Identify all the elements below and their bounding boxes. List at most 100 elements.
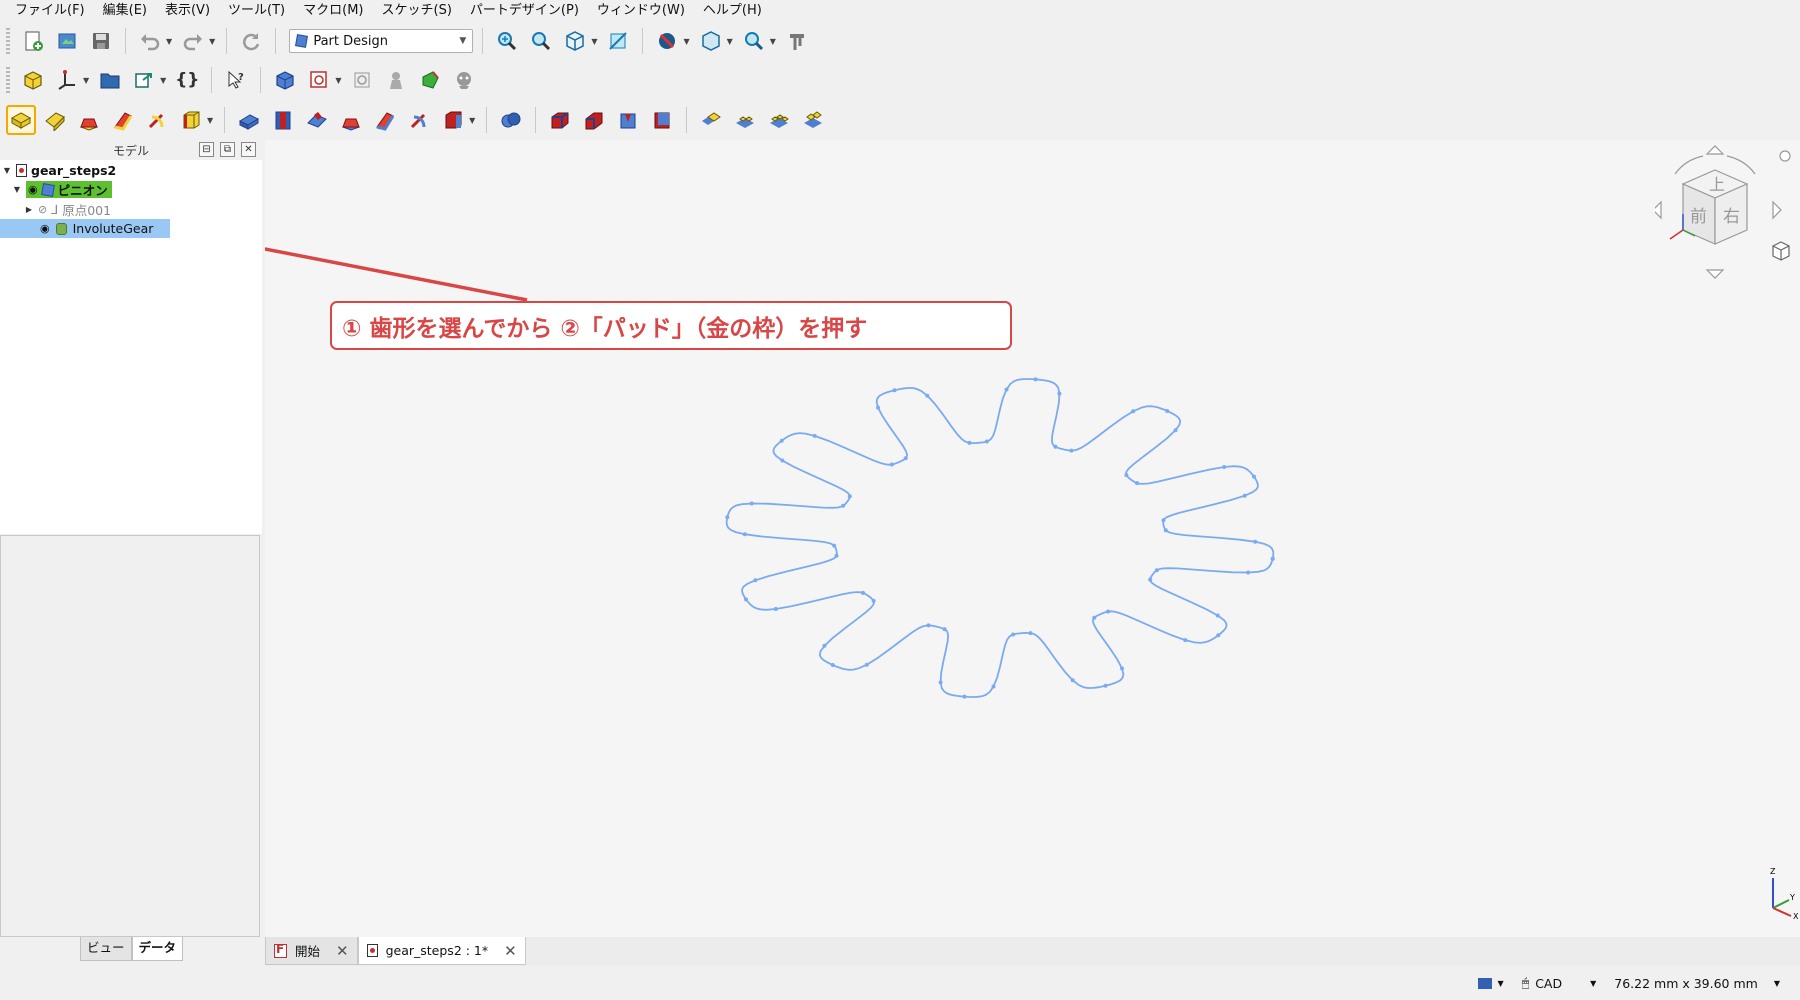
boolean-button[interactable] xyxy=(496,105,526,135)
pad-button[interactable] xyxy=(6,105,36,135)
new-document-button[interactable] xyxy=(18,26,48,56)
axis-z-label: Z xyxy=(1770,867,1776,876)
revolution-button[interactable] xyxy=(40,105,70,135)
eye-hidden-icon[interactable]: ⊘ xyxy=(38,203,47,216)
measure-button[interactable] xyxy=(603,26,633,56)
tree-item-body[interactable]: ▼ ◉ ピニオン xyxy=(12,180,112,199)
workbench-selector[interactable]: Part Design ▼ xyxy=(289,29,474,53)
bounding-box-button[interactable] xyxy=(696,26,726,56)
hole-button[interactable] xyxy=(268,105,298,135)
subtractive-primitive-button[interactable] xyxy=(438,105,468,135)
close-icon[interactable]: ✕ xyxy=(336,942,349,960)
tree-item-origin[interactable]: ▶ ⊘ ⅃ 原点001 xyxy=(24,200,111,219)
validate-sketch-button[interactable] xyxy=(347,65,377,95)
link-dropdown-icon[interactable]: ▼ xyxy=(160,76,166,85)
create-group-button[interactable] xyxy=(95,65,125,95)
redo-button[interactable] xyxy=(178,26,208,56)
tab-data[interactable]: データ xyxy=(131,937,184,961)
zoom-button[interactable] xyxy=(739,26,769,56)
shape-binder-button[interactable] xyxy=(381,65,411,95)
menu-part-design[interactable]: パートデザイン(P) xyxy=(461,0,588,22)
menu-macro[interactable]: マクロ(M) xyxy=(294,0,372,22)
additive-pipe-button[interactable] xyxy=(108,105,138,135)
expand-arrow-icon[interactable]: ▼ xyxy=(2,166,12,175)
3d-view[interactable]: ① 歯形を選んでから ②「パッド」（金の枠）を押す 上 前 右 Z Y X xyxy=(265,140,1800,937)
menu-edit[interactable]: 編集(E) xyxy=(94,0,156,22)
navcube-right-label[interactable]: 右 xyxy=(1723,207,1740,227)
groove-button[interactable] xyxy=(302,105,332,135)
subtractive-helix-button[interactable] xyxy=(404,105,434,135)
menu-help[interactable]: ヘルプ(H) xyxy=(694,0,771,22)
tab-start[interactable]: 開始 ✕ xyxy=(265,937,358,965)
toolbar-grip[interactable] xyxy=(6,67,10,93)
navigation-style-selector[interactable]: 🖱 CAD ▼ xyxy=(1522,975,1597,991)
linear-pattern-button[interactable] xyxy=(730,105,760,135)
clone-button[interactable] xyxy=(449,65,479,95)
link-button[interactable] xyxy=(129,65,159,95)
draw-style-button[interactable] xyxy=(652,26,682,56)
eye-icon[interactable]: ◉ xyxy=(28,183,38,196)
menu-sketch[interactable]: スケッチ(S) xyxy=(373,0,461,22)
fillet-button[interactable] xyxy=(545,105,575,135)
standard-views-button[interactable] xyxy=(560,26,590,56)
expand-arrow-icon[interactable]: ▼ xyxy=(12,185,22,194)
draw-style-dropdown-icon[interactable]: ▼ xyxy=(683,37,689,46)
subtractive-primitive-dropdown-icon[interactable]: ▼ xyxy=(469,116,475,125)
standard-views-dropdown-icon[interactable]: ▼ xyxy=(591,37,597,46)
close-icon[interactable]: ✕ xyxy=(504,942,517,960)
float-panel-icon[interactable]: ⧉ xyxy=(220,142,235,157)
eye-icon[interactable]: ◉ xyxy=(40,222,50,235)
fit-selection-button[interactable] xyxy=(526,26,556,56)
menu-view[interactable]: 表示(V) xyxy=(156,0,219,22)
draw-style-indicator[interactable]: ▼ xyxy=(1477,977,1504,989)
datum-dropdown-icon[interactable]: ▼ xyxy=(83,76,89,85)
subtractive-loft-button[interactable] xyxy=(336,105,366,135)
open-document-button[interactable] xyxy=(52,26,82,56)
tree-item-involute-gear[interactable]: ◉ InvoluteGear xyxy=(0,219,170,238)
additive-helix-button[interactable] xyxy=(142,105,172,135)
create-datum-button[interactable] xyxy=(52,65,82,95)
create-body-button[interactable] xyxy=(270,65,300,95)
menu-window[interactable]: ウィンドウ(W) xyxy=(588,0,694,22)
create-part-button[interactable] xyxy=(18,65,48,95)
tree-item-document[interactable]: ▼ gear_steps2 xyxy=(2,161,116,180)
undo-button[interactable] xyxy=(135,26,165,56)
chevron-down-icon: ▼ xyxy=(1773,978,1780,988)
tab-gear-steps2[interactable]: gear_steps2 : 1* ✕ xyxy=(357,937,526,965)
chamfer-button[interactable] xyxy=(579,105,609,135)
multi-transform-button[interactable] xyxy=(798,105,828,135)
create-sketch-button[interactable] xyxy=(304,65,334,95)
whats-this-button[interactable]: ? xyxy=(221,65,251,95)
thickness-button[interactable] xyxy=(647,105,677,135)
zoom-dropdown-icon[interactable]: ▼ xyxy=(770,37,776,46)
menu-file[interactable]: ファイル(F) xyxy=(6,0,94,22)
draft-button[interactable] xyxy=(613,105,643,135)
undo-dropdown-icon[interactable]: ▼ xyxy=(166,37,172,46)
dimension-readout[interactable]: 76.22 mm x 39.60 mm ▼ xyxy=(1614,976,1780,991)
pocket-button[interactable] xyxy=(234,105,264,135)
sketch-dropdown-icon[interactable]: ▼ xyxy=(335,76,341,85)
additive-primitive-dropdown-icon[interactable]: ▼ xyxy=(207,116,213,125)
navcube-top-label[interactable]: 上 xyxy=(1709,175,1725,194)
subtractive-pipe-button[interactable] xyxy=(370,105,400,135)
menu-tools[interactable]: ツール(T) xyxy=(219,0,294,22)
redo-dropdown-icon[interactable]: ▼ xyxy=(209,37,215,46)
variable-set-button[interactable]: {} xyxy=(172,65,202,95)
toolbar-grip[interactable] xyxy=(6,28,10,54)
fit-all-button[interactable] xyxy=(492,26,522,56)
close-panel-icon[interactable]: ✕ xyxy=(241,142,256,157)
refresh-button[interactable] xyxy=(236,26,266,56)
bounding-box-dropdown-icon[interactable]: ▼ xyxy=(727,37,733,46)
expand-arrow-icon[interactable]: ▶ xyxy=(24,205,34,214)
navigation-cube[interactable]: 上 前 右 xyxy=(1655,144,1795,279)
measure-tool-button[interactable] xyxy=(782,26,812,56)
mirrored-button[interactable] xyxy=(696,105,726,135)
tab-view[interactable]: ビュー xyxy=(80,937,132,961)
additive-primitive-button[interactable] xyxy=(176,105,206,135)
sub-shape-binder-button[interactable] xyxy=(415,65,445,95)
additive-loft-button[interactable] xyxy=(74,105,104,135)
polar-pattern-button[interactable] xyxy=(764,105,794,135)
collapse-panel-icon[interactable]: ⊟ xyxy=(199,142,214,157)
navcube-front-label[interactable]: 前 xyxy=(1690,207,1707,227)
save-button[interactable] xyxy=(86,26,116,56)
